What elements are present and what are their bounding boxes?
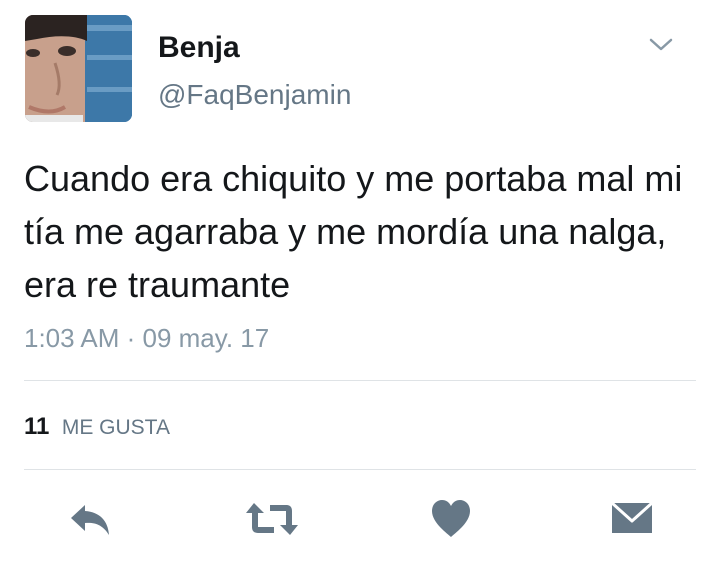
likes-label: ME GUSTA	[61, 416, 170, 439]
likes-stat[interactable]: 11 ME GUSTA	[24, 411, 170, 446]
envelope-icon[interactable]	[610, 497, 654, 541]
heart-icon[interactable]	[430, 497, 472, 541]
avatar[interactable]	[25, 15, 132, 122]
chevron-down-icon[interactable]	[648, 36, 674, 54]
divider	[24, 380, 696, 381]
tweet-text: Cuando era chiquito y me portaba mal mi …	[24, 158, 683, 305]
divider	[24, 469, 696, 470]
reply-icon[interactable]	[68, 497, 114, 541]
tweet-timestamp[interactable]: 1:03 AM · 09 may. 17	[24, 321, 269, 355]
user-handle[interactable]: @FaqBenjamin	[158, 78, 351, 112]
display-name[interactable]: Benja	[158, 30, 240, 66]
avatar-photo	[25, 15, 132, 122]
retweet-icon[interactable]	[244, 497, 300, 541]
likes-count: 11	[24, 413, 50, 440]
